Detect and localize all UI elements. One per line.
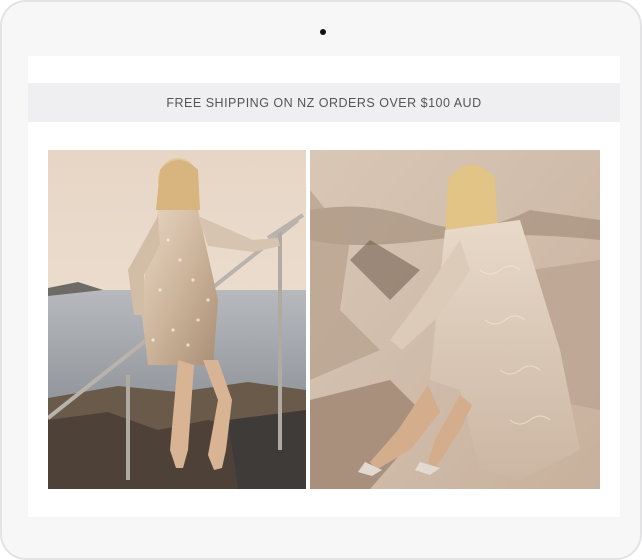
product-image-sequin-dress[interactable]	[48, 150, 306, 489]
promo-banner: FREE SHIPPING ON NZ ORDERS OVER $100 AUD	[28, 83, 620, 122]
tablet-frame: FREE SHIPPING ON NZ ORDERS OVER $100 AUD	[0, 0, 642, 560]
screen: FREE SHIPPING ON NZ ORDERS OVER $100 AUD	[28, 56, 620, 517]
photo-seaside-scene	[48, 150, 306, 489]
photo-rock-scene	[310, 150, 600, 489]
product-image-lace-gown[interactable]	[310, 150, 600, 489]
promo-banner-text: FREE SHIPPING ON NZ ORDERS OVER $100 AUD	[166, 95, 482, 110]
camera-dot	[320, 29, 326, 35]
